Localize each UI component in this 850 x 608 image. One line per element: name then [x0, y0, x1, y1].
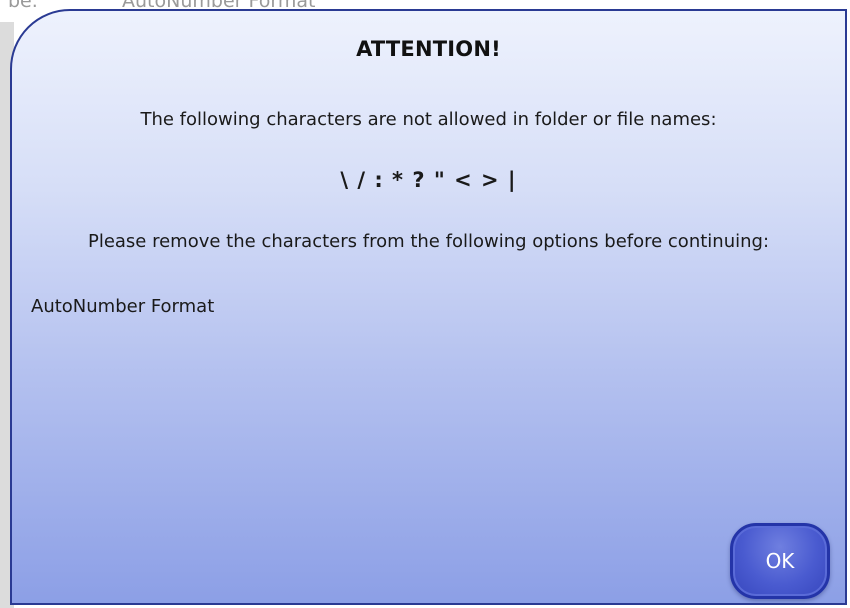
dialog-title: ATTENTION!: [356, 37, 501, 61]
ok-button-label: OK: [765, 549, 795, 573]
dialog-message: The following characters are not allowed…: [140, 109, 717, 130]
ok-button[interactable]: OK: [730, 523, 830, 599]
invalid-option-item: AutoNumber Format: [31, 296, 215, 317]
screen: be. AutoNumber Format ATTENTION! The fol…: [0, 0, 850, 608]
forbidden-characters: \ / : * ? " < > |: [340, 168, 517, 192]
dialog-instruction: Please remove the characters from the fo…: [87, 231, 770, 252]
background-label: be.: [8, 0, 38, 12]
attention-dialog: ATTENTION! The following characters are …: [10, 9, 847, 605]
